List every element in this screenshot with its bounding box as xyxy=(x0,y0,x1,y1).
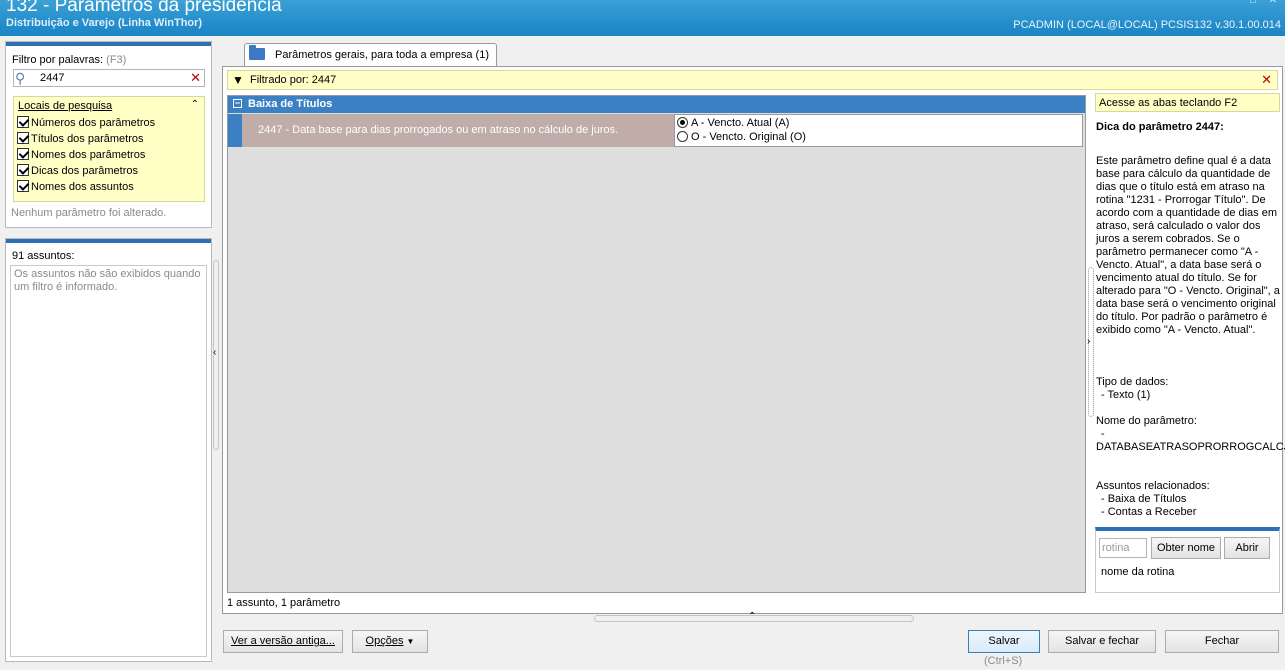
param-description: 2447 - Data base para dias prorrogados o… xyxy=(242,114,674,147)
related-item: - Contas a Receber xyxy=(1101,506,1197,518)
subjects-panel: 91 assuntos: Os assuntos não são exibido… xyxy=(5,238,212,662)
param-name-label: Nome do parâmetro: xyxy=(1096,415,1197,427)
rotina-name: nome da rotina xyxy=(1101,566,1175,578)
funnel-icon: ▼ xyxy=(232,73,244,87)
option-nomes[interactable]: Nomes dos parâmetros xyxy=(17,148,145,163)
options-button[interactable]: Opções ▼ xyxy=(352,630,428,653)
search-locations: Locais de pesquisa ⌃ Números dos parâmet… xyxy=(13,96,205,202)
collapse-icon[interactable]: ⌃ xyxy=(191,99,199,110)
tab-general-params[interactable]: Parâmetros gerais, para toda a empresa (… xyxy=(244,43,497,67)
user-info: PCADMIN (LOCAL@LOCAL) PCSIS132 v.30.1.00… xyxy=(1013,19,1281,31)
param-name-dash: - xyxy=(1101,428,1105,440)
chevron-right-icon[interactable]: › xyxy=(1087,336,1090,347)
minimize-icon[interactable]: ▔ xyxy=(1227,0,1239,6)
close-button[interactable]: Fechar xyxy=(1165,630,1279,653)
get-name-button[interactable]: Obter nome xyxy=(1151,537,1221,559)
save-shortcut-hint: (Ctrl+S) xyxy=(984,655,1023,667)
filter-label: Filtro por palavras: (F3) xyxy=(12,54,127,66)
checkbox-icon[interactable] xyxy=(17,164,29,176)
filter-bar: ▼ Filtrado por: 2447 ✕ xyxy=(227,70,1278,90)
checkbox-icon[interactable] xyxy=(17,180,29,192)
related-item: - Baixa de Títulos xyxy=(1101,493,1187,505)
filter-status: Nenhum parâmetro foi alterado. xyxy=(11,207,167,219)
option-assuntos[interactable]: Nomes dos assuntos xyxy=(17,180,134,195)
save-close-button[interactable]: Salvar e fechar xyxy=(1048,630,1156,653)
option-numeros[interactable]: Números dos parâmetros xyxy=(17,116,155,131)
main-content: ▼ Filtrado por: 2447 ✕ − Baixa de Título… xyxy=(222,66,1285,614)
param-name-value: DATABASEATRASOPRORROGCALCJU xyxy=(1096,441,1285,453)
caret-down-icon: ▼ xyxy=(406,637,415,646)
checkbox-icon[interactable] xyxy=(17,148,29,160)
table-row: 2447 - Data base para dias prorrogados o… xyxy=(228,114,1085,147)
option-vencto-atual[interactable]: A - Vencto. Atual (A) xyxy=(677,117,789,131)
search-icon: ⚲ xyxy=(15,70,26,86)
chevron-left-icon[interactable]: ‹ xyxy=(213,347,216,358)
help-tip: Acesse as abas teclando F2 xyxy=(1095,93,1280,112)
subjects-empty-text: Os assuntos não são exibidos quando um f… xyxy=(14,268,201,293)
option-vencto-original[interactable]: O - Vencto. Original (O) xyxy=(677,131,806,145)
option-dicas[interactable]: Dicas dos parâmetros xyxy=(17,164,138,179)
folder-icon xyxy=(249,45,265,60)
help-panel: Acesse as abas teclando F2 Dica do parâm… xyxy=(1095,93,1285,593)
rotina-box: Obter nome Abrir nome da rotina xyxy=(1095,527,1280,593)
help-title: Dica do parâmetro 2447: xyxy=(1096,121,1224,133)
data-type-value: - Texto (1) xyxy=(1101,389,1151,401)
filter-shortcut: (F3) xyxy=(106,54,127,66)
close-icon[interactable]: ✕ xyxy=(1267,0,1279,6)
radio-icon[interactable] xyxy=(677,131,688,142)
subjects-count: 91 assuntos: xyxy=(12,250,75,262)
help-body: Este parâmetro define qual é a data base… xyxy=(1096,155,1280,336)
search-box: ⚲ ✕ xyxy=(13,69,205,87)
title-bar: 132 - Parâmetros da presidência Distribu… xyxy=(0,0,1285,36)
clear-filter-icon[interactable]: ✕ xyxy=(1261,72,1272,88)
save-button[interactable]: Salvar xyxy=(968,630,1040,653)
checkbox-icon[interactable] xyxy=(17,132,29,144)
param-options: A - Vencto. Atual (A) O - Vencto. Origin… xyxy=(674,114,1083,147)
collapse-group-icon[interactable]: − xyxy=(233,99,242,108)
filter-bar-text: Filtrado por: 2447 xyxy=(250,74,337,86)
chevron-up-icon[interactable]: ⌃ xyxy=(748,611,756,622)
rotina-input[interactable] xyxy=(1099,538,1147,558)
window-subtitle: Distribuição e Varejo (Linha WinThor) xyxy=(6,17,203,29)
radio-icon[interactable] xyxy=(677,117,688,128)
related-label: Assuntos relacionados: xyxy=(1096,480,1210,492)
maximize-icon[interactable]: □ xyxy=(1247,0,1259,6)
group-header[interactable]: − Baixa de Títulos xyxy=(228,96,1085,113)
old-version-button[interactable]: Ver a versão antiga... xyxy=(223,630,343,653)
clear-search-icon[interactable]: ✕ xyxy=(190,70,201,86)
open-button[interactable]: Abrir xyxy=(1224,537,1270,559)
option-titulos[interactable]: Títulos dos parâmetros xyxy=(17,132,144,147)
checkbox-icon[interactable] xyxy=(17,116,29,128)
tab-label: Parâmetros gerais, para toda a empresa (… xyxy=(275,49,489,61)
window-title: 132 - Parâmetros da presidência xyxy=(6,0,282,16)
subjects-list[interactable]: Os assuntos não são exibidos quando um f… xyxy=(10,265,207,657)
params-grid: − Baixa de Títulos 2447 - Data base para… xyxy=(227,95,1086,593)
grid-status: 1 assunto, 1 parâmetro xyxy=(227,597,341,609)
search-locations-title[interactable]: Locais de pesquisa xyxy=(18,100,112,112)
search-input[interactable] xyxy=(40,71,180,85)
data-type-label: Tipo de dados: xyxy=(1096,376,1169,388)
filter-panel: Filtro por palavras: (F3) ⚲ ✕ Locais de … xyxy=(5,41,212,228)
group-title: Baixa de Títulos xyxy=(248,98,333,110)
